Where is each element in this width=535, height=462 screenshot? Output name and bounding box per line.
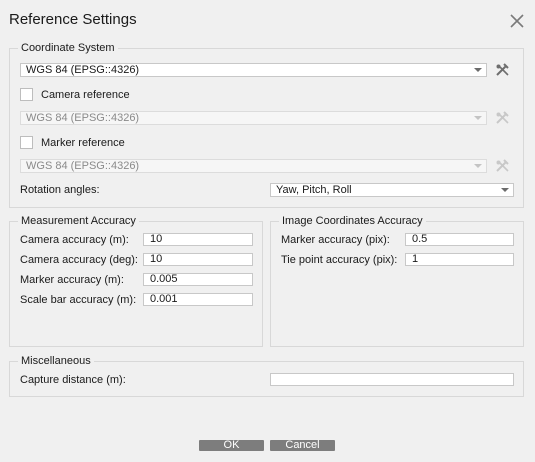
measurement-accuracy-title: Measurement Accuracy (18, 215, 139, 227)
scale-bar-accuracy-input[interactable]: 0.001 (143, 293, 253, 306)
camera-accuracy-deg-label: Camera accuracy (deg): (20, 254, 138, 266)
cancel-button[interactable]: Cancel (270, 440, 335, 451)
marker-reference-label: Marker reference (41, 137, 125, 149)
marker-crs-select[interactable]: WGS 84 (EPSG::4326) (20, 159, 487, 173)
marker-accuracy-m-input[interactable]: 0.005 (143, 273, 253, 286)
capture-distance-input[interactable] (270, 373, 514, 386)
camera-crs-value: WGS 84 (EPSG::4326) (26, 112, 140, 124)
rotation-angles-value: Yaw, Pitch, Roll (276, 184, 352, 196)
rotation-angles-select[interactable]: Yaw, Pitch, Roll (270, 183, 514, 197)
chevron-down-icon (501, 188, 509, 192)
marker-accuracy-pix-input[interactable]: 0.5 (405, 233, 514, 246)
camera-reference-checkbox[interactable] (20, 88, 33, 101)
crs-settings-tools-icon[interactable] (495, 63, 511, 77)
camera-accuracy-m-input[interactable]: 10 (143, 233, 253, 246)
crs-value: WGS 84 (EPSG::4326) (26, 64, 140, 76)
chevron-down-icon (474, 116, 482, 120)
marker-crs-tools-icon[interactable] (495, 159, 511, 173)
scale-bar-accuracy-label: Scale bar accuracy (m): (20, 294, 137, 306)
camera-reference-label: Camera reference (41, 89, 130, 101)
marker-accuracy-pix-label: Marker accuracy (pix): (281, 234, 390, 246)
image-coordinates-accuracy-title: Image Coordinates Accuracy (279, 215, 426, 227)
camera-accuracy-m-label: Camera accuracy (m): (20, 234, 129, 246)
marker-reference-checkbox[interactable] (20, 136, 33, 149)
coordinate-system-title: Coordinate System (18, 42, 118, 54)
camera-accuracy-deg-input[interactable]: 10 (143, 253, 253, 266)
miscellaneous-title: Miscellaneous (18, 355, 94, 367)
marker-accuracy-m-label: Marker accuracy (m): (20, 274, 124, 286)
rotation-angles-label: Rotation angles: (20, 184, 100, 196)
close-icon[interactable] (508, 12, 526, 30)
camera-crs-tools-icon[interactable] (495, 111, 511, 125)
camera-crs-select[interactable]: WGS 84 (EPSG::4326) (20, 111, 487, 125)
tie-point-accuracy-input[interactable]: 1 (405, 253, 514, 266)
crs-select[interactable]: WGS 84 (EPSG::4326) (20, 63, 487, 77)
chevron-down-icon (474, 68, 482, 72)
ok-button[interactable]: OK (199, 440, 264, 451)
tie-point-accuracy-label: Tie point accuracy (pix): (281, 254, 398, 266)
capture-distance-label: Capture distance (m): (20, 374, 126, 386)
marker-crs-value: WGS 84 (EPSG::4326) (26, 160, 140, 172)
dialog-title: Reference Settings (9, 11, 137, 28)
chevron-down-icon (474, 164, 482, 168)
